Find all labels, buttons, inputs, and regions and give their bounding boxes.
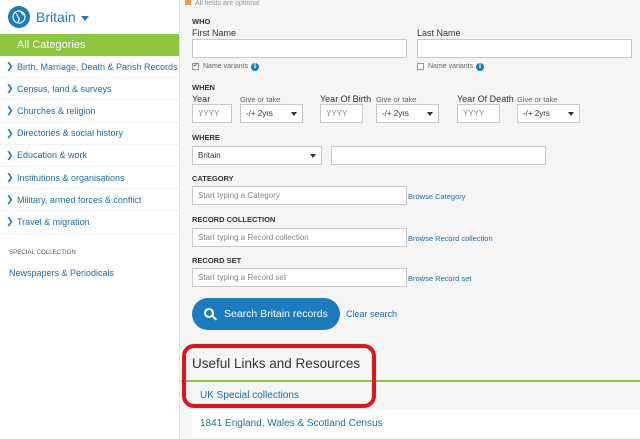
sidebar-item-label: Birth, Marriage, Death & Parish Records [17, 61, 178, 72]
sidebar-item-label: Institutions & organisations [17, 172, 125, 183]
category-list: ❯ Birth, Marriage, Death & Parish Records… [0, 56, 179, 234]
last-name-label: Last Name [417, 28, 461, 38]
year-input[interactable]: YYYY [192, 104, 232, 123]
who-heading: WHO [192, 17, 211, 26]
globe-icon [8, 6, 30, 28]
last-name-variants-label: Name variants [428, 63, 474, 70]
search-button[interactable]: Search Britain records [192, 298, 340, 330]
category-heading: CATEGORY [192, 174, 234, 183]
chevron-down-icon [568, 112, 574, 116]
special-collection-heading: SPECIAL COLLECTION [9, 249, 76, 256]
first-name-variants-label: Name variants [203, 63, 249, 70]
year-of-death-label: Year Of Death [457, 94, 514, 104]
sidebar-item-directories[interactable]: ❯ Directories & social history [0, 123, 179, 145]
chevron-down-icon [427, 112, 433, 116]
chevron-down-icon [291, 112, 297, 116]
sidebar: Britain All Categories ❯ Birth, Marriage,… [0, 0, 180, 439]
sidebar-item-census[interactable]: ❯ Census, land & surveys [0, 78, 179, 101]
record-collection-input[interactable]: Start typing a Record collection [192, 228, 407, 247]
region-label: Britain [36, 9, 76, 25]
browse-record-set-link[interactable]: Browse Record set [408, 274, 471, 283]
chevron-right-icon: ❯ [6, 127, 14, 138]
region-selector[interactable]: Britain [0, 0, 179, 34]
resource-link[interactable]: 1841 England, Wales & Scotland Census [192, 410, 640, 437]
first-name-input[interactable] [192, 39, 407, 58]
year-of-death-input[interactable]: YYYY [457, 104, 500, 123]
year-range-select[interactable]: -/+ 2yrs [240, 104, 303, 123]
first-name-variants-checkbox[interactable] [192, 61, 199, 70]
sidebar-item-institutions[interactable]: ❯ Institutions & organisations [0, 167, 179, 190]
highlight-annotation [182, 344, 376, 408]
info-icon[interactable]: i [476, 63, 484, 71]
chevron-right-icon: ❯ [6, 105, 14, 116]
location-input[interactable] [331, 146, 546, 165]
sidebar-item-birth-marriage-death[interactable]: ❯ Birth, Marriage, Death & Parish Records [0, 56, 179, 79]
country-select[interactable]: Britain [192, 146, 322, 165]
chevron-right-icon: ❯ [6, 83, 14, 94]
chevron-right-icon: ❯ [6, 172, 14, 183]
chevron-down-icon [80, 15, 89, 21]
sidebar-item-label: Churches & religion [17, 105, 96, 116]
record-collection-heading: RECORD COLLECTION [192, 215, 276, 224]
sidebar-item-all-categories[interactable]: All Categories [0, 34, 179, 56]
last-name-variants-checkbox[interactable] [417, 63, 424, 70]
sidebar-item-label: Travel & migration [17, 216, 90, 227]
sidebar-item-label: Census, land & surveys [17, 83, 112, 94]
chevron-right-icon: ❯ [6, 194, 14, 205]
sidebar-item-education[interactable]: ❯ Education & work [0, 145, 179, 167]
browse-category-link[interactable]: Browse Category [408, 192, 466, 201]
optional-note: All fields are optional [185, 0, 260, 7]
record-set-heading: RECORD SET [192, 256, 242, 265]
year-of-birth-input[interactable]: YYYY [320, 104, 363, 123]
give-or-take-label: Give or take [240, 95, 281, 104]
browse-record-collection-link[interactable]: Browse Record collection [408, 234, 493, 243]
where-heading: WHERE [192, 133, 220, 142]
sidebar-item-label: Education & work [17, 150, 88, 161]
chevron-right-icon: ❯ [6, 61, 14, 72]
info-icon[interactable]: i [251, 63, 259, 71]
when-heading: WHEN [192, 83, 215, 92]
flag-icon [185, 0, 191, 5]
search-form: All fields are optional WHO First Name L… [181, 0, 640, 439]
give-or-take-label: Give or take [517, 95, 558, 104]
death-range-value: -/+ 2yrs [523, 109, 550, 118]
sidebar-item-newspapers[interactable]: Newspapers & Periodicals [0, 268, 179, 278]
sidebar-item-label: Military, armed forces & conflict [17, 194, 142, 205]
chevron-right-icon: ❯ [6, 149, 14, 160]
give-or-take-label: Give or take [376, 95, 417, 104]
optional-note-text: All fields are optional [195, 0, 260, 7]
record-set-input[interactable]: Start typing a Record set [192, 268, 407, 287]
search-button-label: Search Britain records [224, 308, 328, 320]
year-label: Year [192, 94, 211, 104]
death-range-select[interactable]: -/+ 2yrs [517, 104, 580, 123]
chevron-down-icon [310, 154, 316, 158]
sidebar-item-travel[interactable]: ❯ Travel & migration [0, 211, 179, 234]
sidebar-item-label: Directories & social history [17, 128, 124, 139]
sidebar-item-churches[interactable]: ❯ Churches & religion [0, 100, 179, 123]
birth-range-select[interactable]: -/+ 2yrs [376, 104, 439, 123]
birth-range-value: -/+ 2yrs [382, 109, 409, 118]
search-icon [204, 307, 217, 321]
sidebar-item-military[interactable]: ❯ Military, armed forces & conflict [0, 189, 179, 212]
last-name-input[interactable] [417, 39, 632, 58]
category-input[interactable]: Start typing a Category [192, 186, 407, 205]
year-range-value: -/+ 2yrs [246, 109, 273, 118]
year-of-birth-label: Year Of Birth [320, 94, 372, 104]
first-name-label: First Name [192, 28, 237, 38]
country-value: Britain [198, 151, 221, 160]
chevron-right-icon: ❯ [6, 216, 14, 227]
clear-search-link[interactable]: Clear search [346, 309, 397, 319]
